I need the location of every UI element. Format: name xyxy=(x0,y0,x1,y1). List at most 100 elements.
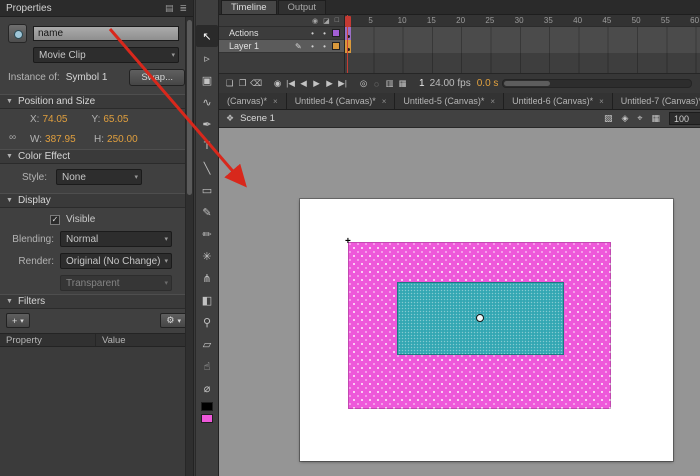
layer-row[interactable]: Actions • • xyxy=(219,27,344,40)
timeline-scrollbar-thumb[interactable] xyxy=(504,81,550,86)
link-width-height-icon[interactable]: ∞ xyxy=(9,132,16,143)
section-filters[interactable]: ▼ Filters xyxy=(0,294,193,309)
timeline-horizontal-scrollbar[interactable] xyxy=(502,79,692,88)
bone-tool[interactable]: ⋔ xyxy=(196,267,218,289)
y-value[interactable]: 65.05 xyxy=(103,114,152,125)
free-transform-tool[interactable]: ▣ xyxy=(196,69,218,91)
text-tool[interactable]: T xyxy=(196,135,218,157)
layer-lock-dot[interactable]: • xyxy=(320,29,329,38)
line-tool[interactable]: ╲ xyxy=(196,157,218,179)
close-tab-icon[interactable]: × xyxy=(382,97,387,106)
rectangle-tool[interactable]: ▭ xyxy=(196,179,218,201)
lasso-tool[interactable]: ∿ xyxy=(196,91,218,113)
section-collapse-icon[interactable]: ▼ xyxy=(6,197,13,204)
edit-scene-button[interactable]: ▧ xyxy=(604,113,613,124)
brush-tool[interactable]: ✏ xyxy=(196,223,218,245)
show-hide-icon[interactable]: ◉ xyxy=(312,17,318,25)
section-color-effect[interactable]: ▼ Color Effect xyxy=(0,149,193,164)
pasteboard[interactable]: + xyxy=(219,128,700,476)
next-frame-button[interactable]: ▶ xyxy=(323,76,336,92)
subselection-tool[interactable]: ▹ xyxy=(196,47,218,69)
keyframe-layer1-frame1[interactable] xyxy=(345,40,351,53)
prev-frame-button[interactable]: ◀ xyxy=(297,76,310,92)
section-collapse-icon[interactable]: ▼ xyxy=(6,98,13,105)
eraser-tool[interactable]: ▱ xyxy=(196,333,218,355)
edit-symbols-button[interactable]: ◈ xyxy=(621,113,628,124)
layer-visibility-dot[interactable]: • xyxy=(308,29,317,38)
layer-visibility-dot[interactable]: • xyxy=(308,42,317,51)
document-tab[interactable]: (Canvas)* × xyxy=(219,93,287,109)
properties-scrollbar[interactable] xyxy=(185,17,193,476)
close-tab-icon[interactable]: × xyxy=(273,97,278,106)
x-value[interactable]: 74.05 xyxy=(42,114,91,125)
current-frame-indicator[interactable]: 1 xyxy=(419,78,425,89)
add-filter-button[interactable]: + ▾ xyxy=(6,313,30,328)
layer-outline-color-chip[interactable] xyxy=(332,42,340,50)
edit-multiple-frames-button[interactable]: ▥ xyxy=(383,76,396,92)
section-display[interactable]: ▼ Display xyxy=(0,193,193,208)
close-tab-icon[interactable]: × xyxy=(599,97,604,106)
center-frame-button[interactable]: ◉ xyxy=(271,76,284,92)
scene-breadcrumb[interactable]: Scene 1 xyxy=(240,113,275,124)
transformation-point[interactable] xyxy=(476,314,484,322)
visible-checkbox[interactable]: ✓ xyxy=(50,215,60,225)
selected-shape-pink-rectangle[interactable]: + xyxy=(348,242,611,409)
new-layer-button[interactable]: ❏ xyxy=(223,76,236,92)
filter-options-button[interactable]: ⚙ ▾ xyxy=(160,313,187,328)
hand-tool[interactable]: ☝ xyxy=(196,355,218,377)
panel-collapse-icon[interactable]: ▤ xyxy=(165,3,174,14)
delete-layer-button[interactable]: ⌫ xyxy=(249,76,263,92)
document-tab[interactable]: Untitled-5 (Canvas)* × xyxy=(395,93,504,109)
zoom-tool[interactable]: ⌀ xyxy=(196,377,218,399)
swap-button[interactable]: Swap... xyxy=(129,69,185,86)
elapsed-time-value[interactable]: 0.0 s xyxy=(477,78,499,89)
document-tab[interactable]: Untitled-4 (Canvas)* × xyxy=(287,93,396,109)
playhead[interactable] xyxy=(345,16,351,27)
frames-grid[interactable] xyxy=(345,27,700,73)
last-frame-button[interactable]: ▶| xyxy=(336,76,349,92)
first-frame-button[interactable]: |◀ xyxy=(284,76,297,92)
fill-color-swatch[interactable] xyxy=(201,414,213,423)
section-collapse-icon[interactable]: ▼ xyxy=(6,298,13,305)
close-tab-icon[interactable]: × xyxy=(490,97,495,106)
render-dropdown[interactable]: Original (No Change) ▾ xyxy=(60,253,172,269)
outline-icon[interactable]: □ xyxy=(335,17,339,24)
pen-tool[interactable]: ✒ xyxy=(196,113,218,135)
eyedropper-tool[interactable]: ⚲ xyxy=(196,311,218,333)
timeline-panel-tab[interactable]: Timeline xyxy=(221,0,277,14)
play-button[interactable]: ▶ xyxy=(310,76,323,92)
frame-rate-value[interactable]: 24.00 fps xyxy=(430,78,471,89)
timeline-ruler[interactable]: 151015202530354045505560 xyxy=(345,15,700,27)
stage-canvas[interactable]: + xyxy=(300,199,673,461)
onion-outline-button[interactable]: ◌ xyxy=(370,76,383,92)
instance-name-input[interactable]: name xyxy=(33,26,179,41)
h-value[interactable]: 250.00 xyxy=(107,134,156,145)
panel-menu-icon[interactable]: ≣ xyxy=(179,3,187,14)
display-grid-button[interactable]: ▦ xyxy=(651,113,660,124)
style-dropdown[interactable]: None ▾ xyxy=(56,169,142,185)
section-collapse-icon[interactable]: ▼ xyxy=(6,153,13,160)
paint-bucket-tool[interactable]: ◧ xyxy=(196,289,218,311)
pencil-tool[interactable]: ✎ xyxy=(196,201,218,223)
zoom-level-input[interactable]: 100 xyxy=(669,112,700,125)
lock-icon[interactable]: ◪ xyxy=(323,17,330,25)
modify-markers-button[interactable]: ▦ xyxy=(396,76,409,92)
new-folder-button[interactable]: ❐ xyxy=(236,76,249,92)
movie-clip-instance-teal-rectangle[interactable] xyxy=(397,282,564,355)
symbol-type-dropdown[interactable]: Movie Clip ▾ xyxy=(33,47,179,63)
keyframe-actions-frame1[interactable] xyxy=(345,27,351,40)
section-position-and-size[interactable]: ▼ Position and Size xyxy=(0,94,193,109)
stroke-color-swatch[interactable] xyxy=(201,402,213,411)
deco-tool[interactable]: ✳ xyxy=(196,245,218,267)
document-tab[interactable]: Untitled-7 (Canvas)* × xyxy=(613,93,700,109)
selection-tool[interactable]: ↖ xyxy=(196,25,218,47)
properties-scrollbar-thumb[interactable] xyxy=(187,20,192,195)
frames-area[interactable]: 151015202530354045505560 xyxy=(345,15,700,73)
onion-skin-button[interactable]: ◎ xyxy=(357,76,370,92)
document-tab[interactable]: Untitled-6 (Canvas)* × xyxy=(504,93,613,109)
timeline-panel-tab[interactable]: Output xyxy=(278,0,327,14)
w-value[interactable]: 387.95 xyxy=(45,134,94,145)
layer-lock-dot[interactable]: • xyxy=(320,42,329,51)
center-stage-button[interactable]: ⌖ xyxy=(637,113,642,124)
blending-dropdown[interactable]: Normal ▾ xyxy=(60,231,172,247)
